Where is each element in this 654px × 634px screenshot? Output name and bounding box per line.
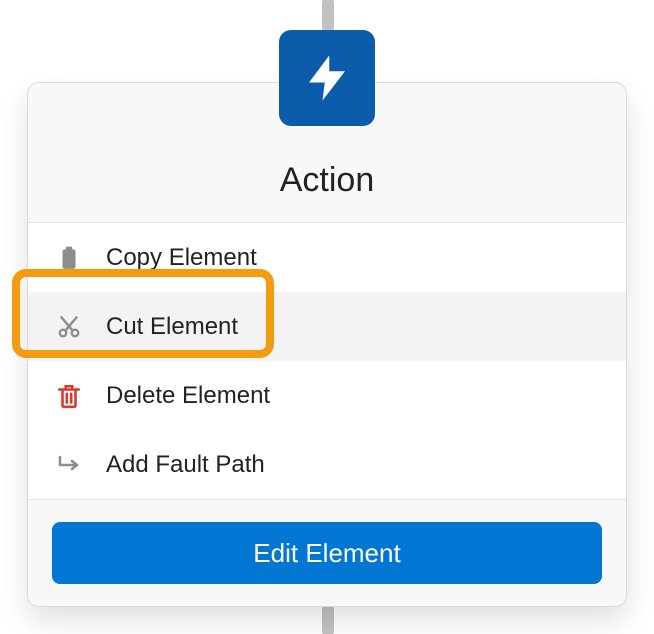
flow-connector-top [322,0,334,30]
action-node-icon-box [279,30,375,126]
lightning-icon [300,51,354,105]
scissors-icon [54,312,84,342]
element-context-popover: Action Copy Element Cut Element [27,82,627,607]
popover-title: Action [28,161,626,200]
menu-item-label: Copy Element [106,244,257,272]
menu-item-label: Add Fault Path [106,451,265,479]
fault-path-icon [54,450,84,480]
popover-footer: Edit Element [28,499,626,606]
trash-icon [54,381,84,411]
context-menu-list: Copy Element Cut Element [28,223,626,499]
menu-item-cut-element[interactable]: Cut Element [28,292,626,361]
menu-item-delete-element[interactable]: Delete Element [28,361,626,430]
clipboard-icon [54,243,84,273]
menu-item-add-fault-path[interactable]: Add Fault Path [28,430,626,499]
menu-item-copy-element[interactable]: Copy Element [28,223,626,292]
menu-item-label: Cut Element [106,313,238,341]
menu-item-label: Delete Element [106,382,270,410]
edit-element-button[interactable]: Edit Element [52,522,602,584]
